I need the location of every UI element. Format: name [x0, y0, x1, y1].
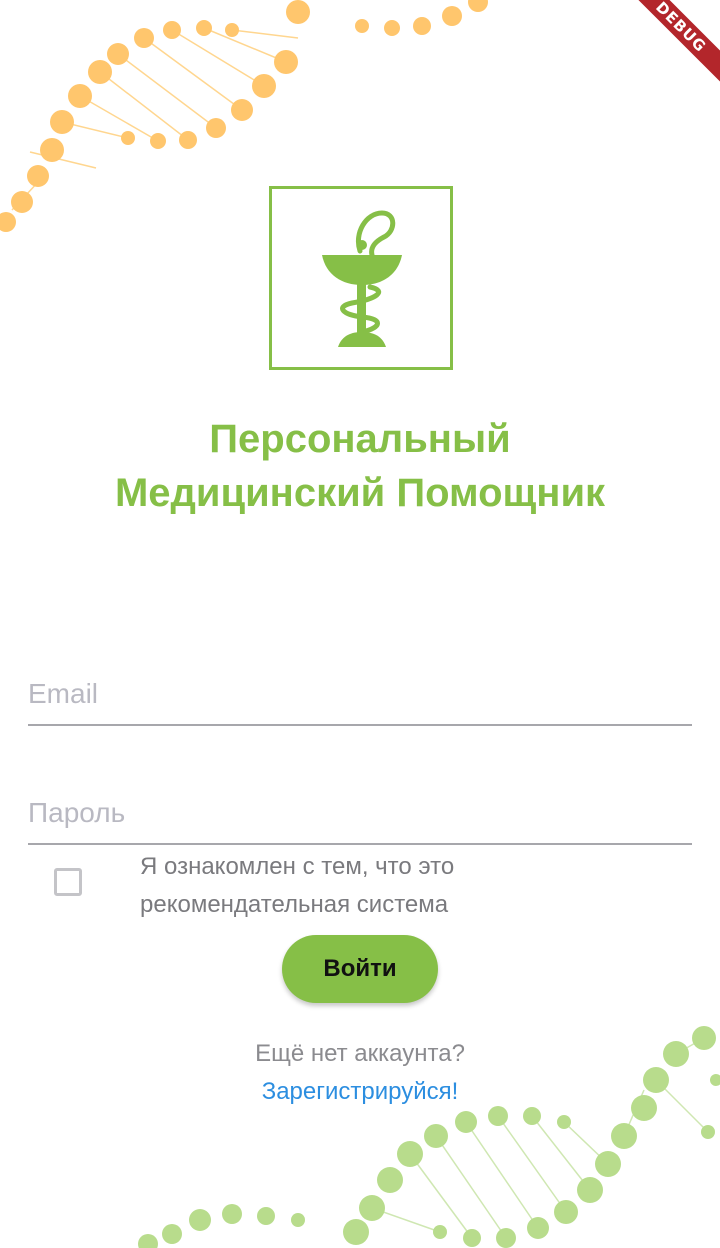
register-link[interactable]: Зарегистрируйся! [0, 1078, 720, 1106]
no-account-text: Ещё нет аккаунта? [255, 1040, 465, 1067]
app-title: Персональный Медицинский Помощник [0, 412, 720, 520]
debug-banner-label: DEBUG [620, 0, 720, 88]
email-field[interactable] [28, 678, 692, 710]
password-field-container [28, 763, 692, 845]
password-field[interactable] [28, 797, 692, 829]
email-field-container [28, 644, 692, 726]
dna-helix-top [11, 27, 299, 211]
login-button[interactable]: Войти [282, 935, 438, 1003]
bowl-of-hygieia-icon [322, 210, 402, 347]
app-logo [269, 186, 453, 370]
app-title-line1: Персональный [209, 417, 511, 461]
debug-banner: DEBUG [610, 0, 720, 110]
app-title-line2: Медицинский Помощник [114, 471, 606, 515]
dna-helix-bottom [371, 1037, 709, 1239]
agreement-label: Я ознакомлен с тем, что это рекомендател… [140, 853, 455, 918]
agreement-checkbox[interactable] [54, 868, 82, 896]
